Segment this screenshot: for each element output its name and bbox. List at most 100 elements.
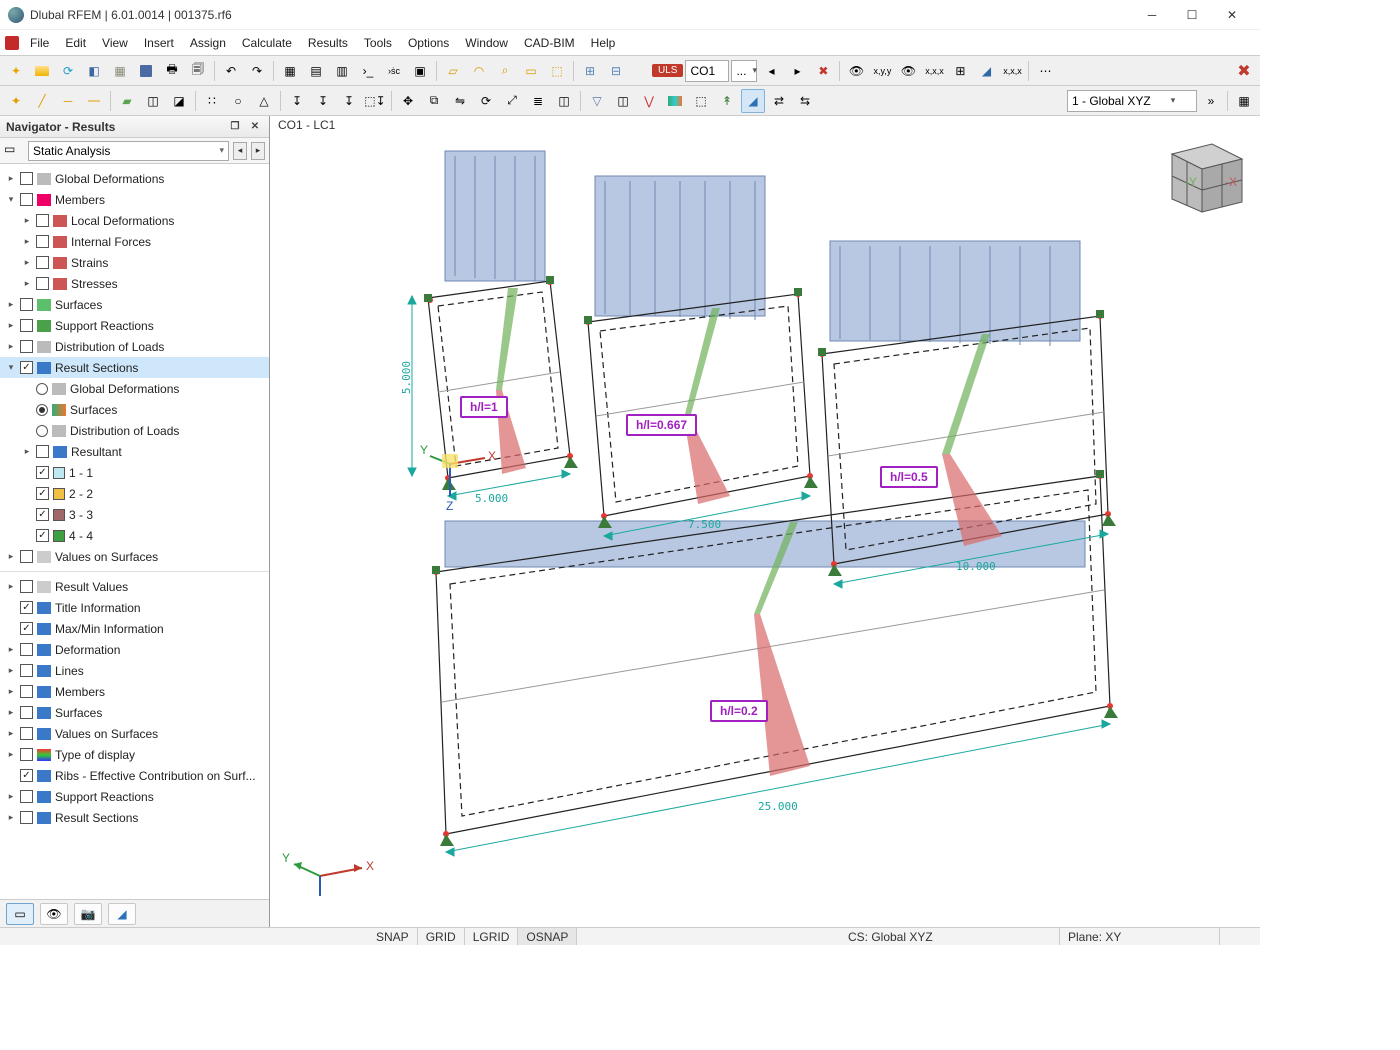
table2-button[interactable]: ▤: [304, 59, 328, 83]
maximize-button[interactable]: ☐: [1172, 0, 1212, 30]
table1-button[interactable]: ▦: [278, 59, 302, 83]
tree-support-reactions-b[interactable]: Support Reactions: [0, 786, 269, 807]
select-poly-button[interactable]: ▱: [441, 59, 465, 83]
sc-button[interactable]: ›ṡc: [382, 59, 406, 83]
data-button[interactable]: ▦: [108, 59, 132, 83]
tree-deformation[interactable]: Deformation: [0, 639, 269, 660]
link1-button[interactable]: ⇄: [767, 89, 791, 113]
view-xyy-button[interactable]: x,y,y: [870, 59, 894, 83]
save-button[interactable]: [134, 59, 158, 83]
refresh-button[interactable]: ⟳: [56, 59, 80, 83]
tree-ribs[interactable]: Ribs - Effective Contribution on Surf...: [0, 765, 269, 786]
areaload-button[interactable]: ⬚↧: [363, 89, 387, 113]
rotate-button[interactable]: ⟳: [474, 89, 498, 113]
zload-button[interactable]: ↧: [337, 89, 361, 113]
view-eye1-button[interactable]: 👁: [844, 59, 868, 83]
table3-button[interactable]: ▥: [330, 59, 354, 83]
tree-rs-4[interactable]: 4 - 4: [0, 525, 269, 546]
values-button[interactable]: x,x,x: [1000, 59, 1024, 83]
render2-button[interactable]: ⋁: [637, 89, 661, 113]
link2-button[interactable]: ⇆: [793, 89, 817, 113]
navigator-view-button[interactable]: ▭: [4, 142, 24, 160]
menu-view[interactable]: View: [94, 30, 136, 55]
tree-surfaces-b[interactable]: Surfaces: [0, 702, 269, 723]
tree-members-local-def[interactable]: Local Deformations: [0, 210, 269, 231]
undo-button[interactable]: ↶: [219, 59, 243, 83]
menu-cadbim[interactable]: CAD-BIM: [516, 30, 583, 55]
overflow-button[interactable]: »: [1199, 89, 1223, 113]
tree-surfaces[interactable]: Surfaces: [0, 294, 269, 315]
support-button[interactable]: △: [252, 89, 276, 113]
more1-button[interactable]: ⋯: [1033, 59, 1057, 83]
app-logo[interactable]: [2, 30, 22, 55]
copy-button[interactable]: 🗐: [186, 59, 210, 83]
iso-button[interactable]: ⬚: [689, 89, 713, 113]
navigator-next-button[interactable]: ▸: [251, 142, 265, 160]
view-eye2-button[interactable]: 👁: [896, 59, 920, 83]
color-button[interactable]: [663, 89, 687, 113]
opening-button[interactable]: ◫: [141, 89, 165, 113]
render1-button[interactable]: ◫: [611, 89, 635, 113]
grid-button[interactable]: ▣: [408, 59, 432, 83]
tree-rs-2[interactable]: 2 - 2: [0, 483, 269, 504]
close-results-button[interactable]: ✖: [1232, 59, 1256, 83]
view-xxx-button[interactable]: x,x,x: [922, 59, 946, 83]
tree-maxmin-info[interactable]: Max/Min Information: [0, 618, 269, 639]
status-snap[interactable]: SNAP: [368, 928, 418, 945]
tree-support-reactions[interactable]: Support Reactions: [0, 315, 269, 336]
menu-file[interactable]: File: [22, 30, 57, 55]
load-cases-button[interactable]: ⊟: [604, 59, 628, 83]
surf-new-button[interactable]: ▰: [115, 89, 139, 113]
status-lgrid[interactable]: LGRID: [465, 928, 519, 945]
close-button[interactable]: ✕: [1212, 0, 1252, 30]
new-file-button[interactable]: ✦: [4, 59, 28, 83]
navigator-undock-button[interactable]: ❐: [227, 119, 243, 135]
mirror-button[interactable]: ⇋: [448, 89, 472, 113]
set-button[interactable]: ∷: [200, 89, 224, 113]
tree-result-sections-b[interactable]: Result Sections: [0, 807, 269, 828]
section-button[interactable]: ◢: [741, 89, 765, 113]
nav-tab-results[interactable]: ◢: [108, 903, 136, 925]
diagram-button[interactable]: ◢: [974, 59, 998, 83]
print-button[interactable]: 🖶: [160, 59, 184, 83]
menu-edit[interactable]: Edit: [57, 30, 94, 55]
tree-result-sections[interactable]: Result Sections: [0, 357, 269, 378]
tree-result-values[interactable]: Result Values: [0, 576, 269, 597]
redo-button[interactable]: ↷: [245, 59, 269, 83]
load-combos-button[interactable]: ⊞: [578, 59, 602, 83]
tree-lines[interactable]: Lines: [0, 660, 269, 681]
loadcase-more-combo[interactable]: ...: [731, 60, 757, 82]
menu-tools[interactable]: Tools: [356, 30, 400, 55]
menu-results[interactable]: Results: [300, 30, 356, 55]
prev-loadcase-button[interactable]: ◂: [759, 59, 783, 83]
select-all-button[interactable]: ⬚: [545, 59, 569, 83]
extrude-button[interactable]: ◫: [552, 89, 576, 113]
tree-title-info[interactable]: Title Information: [0, 597, 269, 618]
navigator-prev-button[interactable]: ◂: [233, 142, 247, 160]
yload-button[interactable]: ↧: [311, 89, 335, 113]
filter-button[interactable]: ▽: [585, 89, 609, 113]
xload-button[interactable]: ↧: [285, 89, 309, 113]
analysis-type-select[interactable]: Static Analysis: [28, 141, 229, 161]
solid-button[interactable]: ◪: [167, 89, 191, 113]
minimize-button[interactable]: ─: [1132, 0, 1172, 30]
scale-button[interactable]: ⤢: [500, 89, 524, 113]
select-lasso-button[interactable]: ◠: [467, 59, 491, 83]
line-new-button[interactable]: ╱: [30, 89, 54, 113]
menu-insert[interactable]: Insert: [136, 30, 182, 55]
tree-members[interactable]: Members: [0, 189, 269, 210]
tree-members-b[interactable]: Members: [0, 681, 269, 702]
offset-button[interactable]: ≣: [526, 89, 550, 113]
menu-assign[interactable]: Assign: [182, 30, 234, 55]
tree-vals-b[interactable]: Values on Surfaces: [0, 723, 269, 744]
loadcase-combo[interactable]: CO1: [685, 60, 729, 82]
tree-rs-surfaces[interactable]: Surfaces: [0, 399, 269, 420]
navigator-tree[interactable]: Global Deformations Members Local Deform…: [0, 164, 269, 899]
tree-rs-1[interactable]: 1 - 1: [0, 462, 269, 483]
status-osnap[interactable]: OSNAP: [518, 928, 577, 945]
tree-type-display[interactable]: Type of display: [0, 744, 269, 765]
tree-rs-resultant[interactable]: Resultant: [0, 441, 269, 462]
nav-tab-views[interactable]: 📷: [74, 903, 102, 925]
next-loadcase-button[interactable]: ▸: [785, 59, 809, 83]
polyline-new-button[interactable]: ⎯⎯: [82, 89, 106, 113]
